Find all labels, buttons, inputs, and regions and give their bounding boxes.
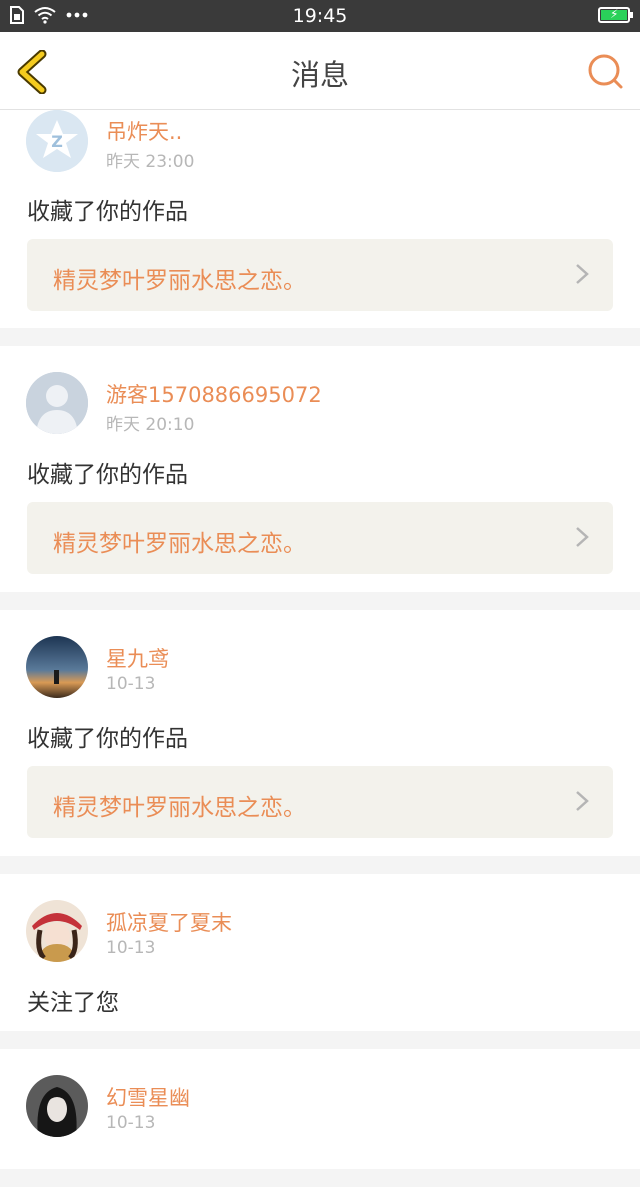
work-link[interactable]: 精灵梦叶罗丽水思之恋。 bbox=[27, 239, 613, 311]
message-time: 10-13 bbox=[106, 1113, 156, 1133]
user-photo bbox=[26, 900, 88, 962]
message-action: 收藏了你的作品 bbox=[27, 462, 188, 488]
work-link[interactable]: 精灵梦叶罗丽水思之恋。 bbox=[27, 766, 613, 838]
status-bar: 19:45 ⚡ bbox=[0, 0, 640, 32]
chevron-right-icon bbox=[576, 264, 589, 284]
user-name[interactable]: 游客1570886695072 bbox=[106, 379, 322, 409]
qq-logo-icon: Z bbox=[26, 110, 88, 172]
user-name[interactable]: 幻雪星幽 bbox=[106, 1082, 190, 1112]
message-card: 星九鸢 10-13 收藏了你的作品 精灵梦叶罗丽水思之恋。 bbox=[0, 610, 640, 856]
work-title: 精灵梦叶罗丽水思之恋。 bbox=[53, 531, 306, 557]
message-card: 幻雪星幽 10-13 bbox=[0, 1049, 640, 1169]
message-time: 10-13 bbox=[106, 674, 156, 694]
avatar[interactable] bbox=[26, 900, 88, 962]
message-card: 游客1570886695072 昨天 20:10 收藏了你的作品 精灵梦叶罗丽水… bbox=[0, 346, 640, 592]
work-title: 精灵梦叶罗丽水思之恋。 bbox=[53, 795, 306, 821]
message-card: Z 吊炸天.. 昨天 23:00 收藏了你的作品 精灵梦叶罗丽水思之恋。 bbox=[0, 110, 640, 328]
avatar[interactable]: Z bbox=[26, 110, 88, 172]
message-action: 关注了您 bbox=[27, 990, 119, 1016]
message-action: 收藏了你的作品 bbox=[27, 726, 188, 752]
chevron-right-icon bbox=[576, 791, 589, 811]
status-time: 19:45 bbox=[292, 5, 348, 27]
message-card: 孤凉夏了夏末 10-13 关注了您 bbox=[0, 874, 640, 1031]
avatar[interactable] bbox=[26, 372, 88, 434]
message-time: 昨天 20:10 bbox=[106, 415, 195, 435]
user-name[interactable]: 孤凉夏了夏末 bbox=[106, 907, 232, 937]
avatar[interactable] bbox=[26, 636, 88, 698]
message-list: Z 吊炸天.. 昨天 23:00 收藏了你的作品 精灵梦叶罗丽水思之恋。 游客1… bbox=[0, 110, 640, 1187]
svg-text:Z: Z bbox=[51, 132, 63, 151]
avatar[interactable] bbox=[26, 1075, 88, 1137]
top-nav: 消息 bbox=[0, 32, 640, 110]
work-link[interactable]: 精灵梦叶罗丽水思之恋。 bbox=[27, 502, 613, 574]
user-photo bbox=[26, 636, 88, 698]
chevron-right-icon bbox=[576, 527, 589, 547]
user-name[interactable]: 吊炸天.. bbox=[106, 116, 182, 146]
message-time: 10-13 bbox=[106, 938, 156, 958]
user-photo bbox=[26, 1075, 88, 1137]
message-time: 昨天 23:00 bbox=[106, 152, 195, 172]
search-icon[interactable] bbox=[586, 52, 624, 90]
default-user-avatar-icon bbox=[26, 372, 88, 434]
battery-icon: ⚡ bbox=[598, 7, 633, 23]
page-title: 消息 bbox=[290, 58, 349, 92]
message-action: 收藏了你的作品 bbox=[27, 199, 188, 225]
user-name[interactable]: 星九鸢 bbox=[106, 643, 169, 673]
work-title: 精灵梦叶罗丽水思之恋。 bbox=[53, 268, 306, 294]
